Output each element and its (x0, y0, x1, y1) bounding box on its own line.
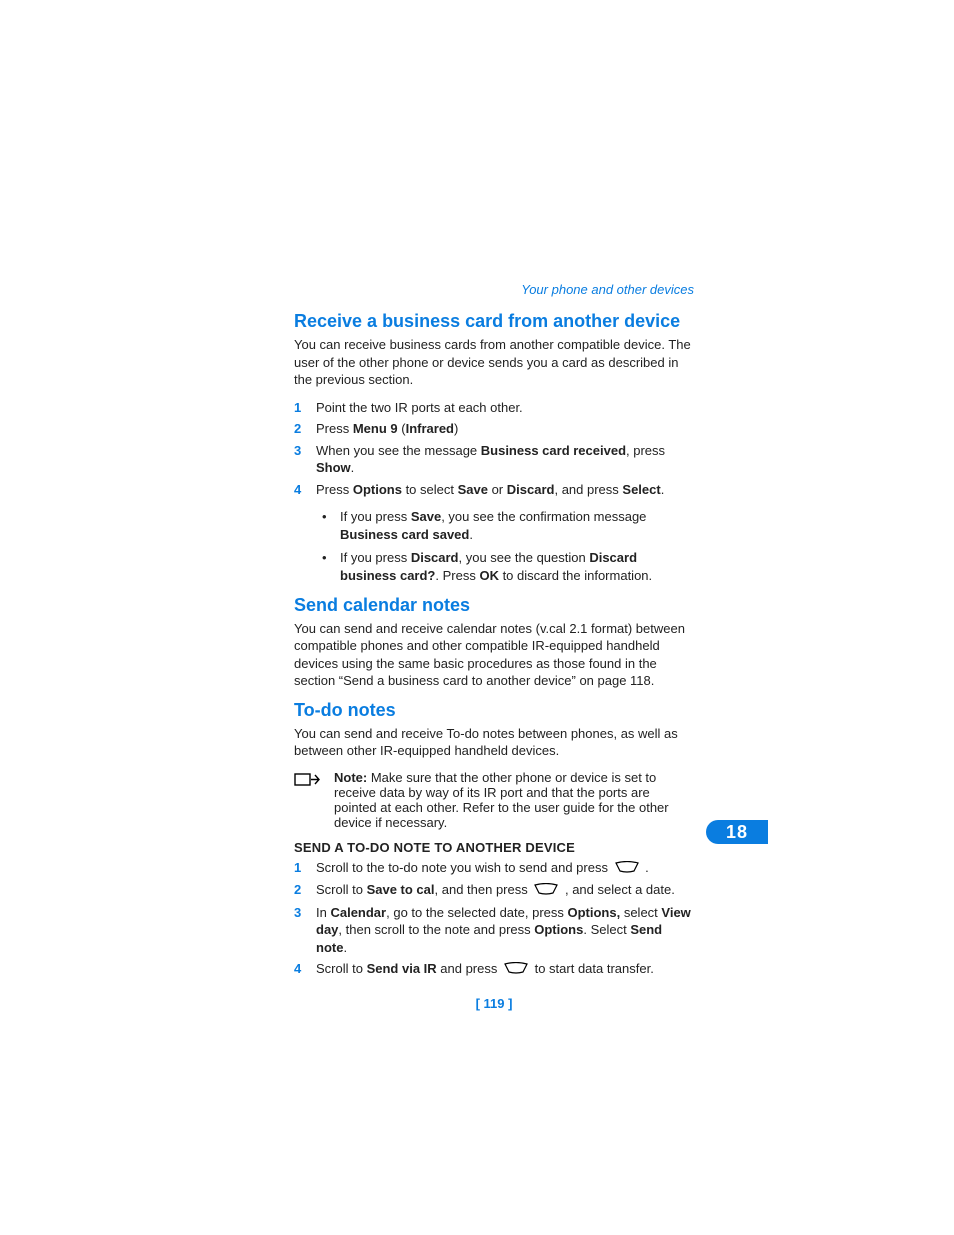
page-number: [ 119 ] (294, 996, 694, 1011)
steps-send-todo: 1 Scroll to the to-do note you wish to s… (294, 859, 694, 979)
list-item: 3 When you see the message Business card… (294, 442, 694, 477)
step-text: Scroll to Save to cal, and then press , … (316, 881, 694, 899)
step-text: Scroll to the to-do note you wish to sen… (316, 859, 694, 877)
body-paragraph: You can send and receive calendar notes … (294, 620, 694, 690)
select-key-icon (533, 882, 559, 900)
step-number: 1 (294, 399, 316, 417)
list-item: 4 Press Options to select Save or Discar… (294, 481, 694, 499)
subheading-send-todo: SEND A TO-DO NOTE TO ANOTHER DEVICE (294, 840, 694, 855)
steps-receive: 1 Point the two IR ports at each other. … (294, 399, 694, 499)
list-item: • If you press Save, you see the confirm… (322, 508, 694, 543)
sub-bullets: • If you press Save, you see the confirm… (322, 508, 694, 584)
step-number: 4 (294, 960, 316, 978)
list-item: 2 Scroll to Save to cal, and then press … (294, 881, 694, 899)
list-item: 2 Press Menu 9 (Infrared) (294, 420, 694, 438)
running-header: Your phone and other devices (294, 282, 694, 297)
bullet-text: If you press Discard, you see the questi… (340, 549, 694, 584)
select-key-icon (503, 961, 529, 979)
list-item: • If you press Discard, you see the ques… (322, 549, 694, 584)
bullet-icon: • (322, 549, 340, 584)
step-text: Scroll to Send via IR and press to start… (316, 960, 694, 978)
step-number: 2 (294, 881, 316, 899)
step-text: Press Menu 9 (Infrared) (316, 420, 694, 438)
list-item: 1 Point the two IR ports at each other. (294, 399, 694, 417)
bullet-icon: • (322, 508, 340, 543)
step-number: 3 (294, 442, 316, 477)
step-number: 1 (294, 859, 316, 877)
intro-paragraph: You can send and receive To-do notes bet… (294, 725, 694, 760)
step-text: Press Options to select Save or Discard,… (316, 481, 694, 499)
note-block: Note: Make sure that the other phone or … (294, 770, 694, 830)
step-number: 2 (294, 420, 316, 438)
note-icon (294, 770, 334, 830)
step-number: 4 (294, 481, 316, 499)
heading-todo-notes: To-do notes (294, 700, 694, 721)
step-number: 3 (294, 904, 316, 957)
step-text: When you see the message Business card r… (316, 442, 694, 477)
intro-paragraph: You can receive business cards from anot… (294, 336, 694, 389)
step-text: Point the two IR ports at each other. (316, 399, 694, 417)
note-text: Note: Make sure that the other phone or … (334, 770, 694, 830)
heading-receive-business-card: Receive a business card from another dev… (294, 311, 694, 332)
step-text: In Calendar, go to the selected date, pr… (316, 904, 694, 957)
bullet-text: If you press Save, you see the confirmat… (340, 508, 694, 543)
heading-send-calendar-notes: Send calendar notes (294, 595, 694, 616)
list-item: 3 In Calendar, go to the selected date, … (294, 904, 694, 957)
list-item: 4 Scroll to Send via IR and press to sta… (294, 960, 694, 978)
select-key-icon (614, 860, 640, 878)
chapter-badge: 18 (706, 820, 768, 844)
page-content: Your phone and other devices Receive a b… (294, 282, 694, 1011)
list-item: 1 Scroll to the to-do note you wish to s… (294, 859, 694, 877)
